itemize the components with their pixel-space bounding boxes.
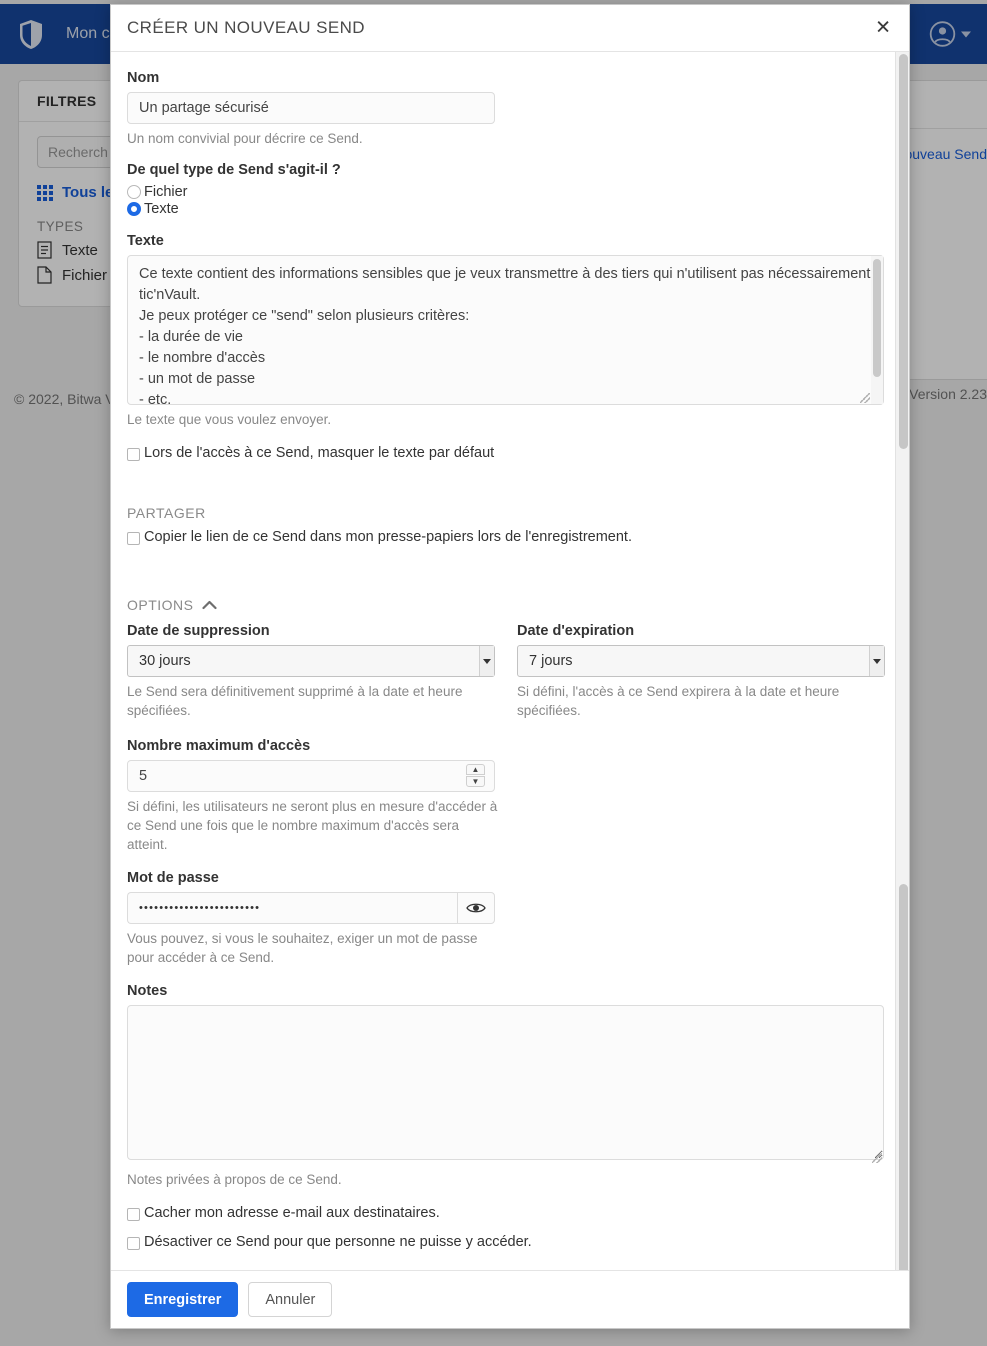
hide-text-checkbox[interactable] [127, 448, 140, 461]
expiration-date-select[interactable]: 7 jours [517, 645, 885, 677]
chevron-down-icon[interactable] [869, 646, 884, 676]
hide-email-checkbox[interactable] [127, 1208, 140, 1221]
text-textarea[interactable]: Ce texte contient des informations sensi… [127, 255, 884, 405]
modal-scrollbar-thumb-lower[interactable] [899, 884, 908, 1270]
deletion-date-group: Date de suppression 30 jours Le Send ser… [127, 623, 495, 720]
stepper-buttons[interactable]: ▲ ▼ [466, 764, 485, 787]
copy-link-checkbox[interactable] [127, 532, 140, 545]
options-heading[interactable]: OPTIONS [127, 597, 893, 613]
text-help: Le texte que vous voulez envoyer. [127, 412, 332, 427]
modal-footer: Enregistrer Annuler [111, 1270, 909, 1328]
radio-fichier-label: Fichier [144, 184, 188, 200]
modal-body[interactable]: Nom Un nom convivial pour décrire ce Sen… [111, 52, 909, 1270]
deletion-date-help: Le Send sera définitivement supprimé à l… [127, 684, 463, 718]
max-access-input[interactable] [127, 760, 495, 792]
chevron-up-icon[interactable] [201, 600, 217, 610]
deletion-date-value[interactable]: 30 jours [127, 645, 495, 677]
name-label: Nom [127, 70, 160, 86]
eye-icon[interactable] [457, 892, 495, 924]
modal-scrollbar[interactable] [895, 52, 909, 1270]
copy-link-label: Copier le lien de ce Send dans mon press… [144, 529, 632, 545]
create-send-modal: CRÉER UN NOUVEAU SEND ✕ Nom Un nom convi… [110, 4, 910, 1329]
expiration-date-value[interactable]: 7 jours [517, 645, 885, 677]
chevron-down-icon[interactable] [479, 646, 494, 676]
textarea-scrollbar-thumb[interactable] [873, 259, 881, 377]
disable-send-checkbox[interactable] [127, 1237, 140, 1250]
password-label: Mot de passe [127, 870, 219, 886]
hide-text-checkbox-row[interactable]: Lors de l'accès à ce Send, masquer le te… [127, 445, 893, 461]
notes-label: Notes [127, 983, 168, 999]
radio-texte-label: Texte [144, 201, 179, 217]
hide-text-label: Lors de l'accès à ce Send, masquer le te… [144, 445, 495, 461]
modal-scrollbar-thumb-upper[interactable] [899, 54, 908, 449]
expiration-date-label: Date d'expiration [517, 623, 635, 639]
radio-fichier-icon[interactable] [127, 185, 141, 199]
textarea-scrollbar[interactable] [871, 256, 883, 404]
password-group: Mot de passe •••••••••••••••••••••••• Vo… [127, 870, 893, 967]
disable-send-checkbox-row[interactable]: Désactiver ce Send pour que personne ne … [127, 1234, 893, 1250]
text-field-group: Texte Ce texte contient des informations… [127, 233, 893, 429]
stepper-increment-icon[interactable]: ▲ [466, 764, 485, 775]
copy-link-checkbox-row[interactable]: Copier le lien de ce Send dans mon press… [127, 529, 893, 545]
radio-texte-icon[interactable] [127, 202, 141, 216]
close-icon[interactable]: ✕ [871, 17, 895, 40]
max-access-label: Nombre maximum d'accès [127, 738, 311, 754]
password-help: Vous pouvez, si vous le souhaitez, exige… [127, 931, 478, 965]
notes-textarea[interactable] [127, 1005, 884, 1160]
deletion-date-label: Date de suppression [127, 623, 270, 639]
max-access-group: Nombre maximum d'accès ▲ ▼ Si défini, le… [127, 738, 893, 854]
stepper-decrement-icon[interactable]: ▼ [466, 776, 485, 787]
cancel-button[interactable]: Annuler [248, 1282, 333, 1317]
name-help: Un nom convivial pour décrire ce Send. [127, 131, 363, 146]
modal-title: CRÉER UN NOUVEAU SEND [127, 18, 365, 37]
eye-glyph [466, 903, 486, 913]
expiration-date-group: Date d'expiration 7 jours Si défini, l'a… [517, 623, 885, 720]
disable-send-label: Désactiver ce Send pour que personne ne … [144, 1234, 532, 1250]
expiration-date-help: Si défini, l'accès à ce Send expirera à … [517, 684, 840, 718]
max-access-help: Si défini, les utilisateurs ne seront pl… [127, 799, 498, 852]
hide-email-checkbox-row[interactable]: Cacher mon adresse e-mail aux destinatai… [127, 1205, 893, 1221]
options-heading-label: OPTIONS [127, 597, 194, 613]
name-input[interactable] [127, 92, 495, 124]
hide-email-label: Cacher mon adresse e-mail aux destinatai… [144, 1205, 440, 1221]
dates-row: Date de suppression 30 jours Le Send ser… [127, 623, 893, 720]
notes-group: Notes Notes privées à propos de ce Send. [127, 983, 893, 1189]
radio-option-fichier[interactable]: Fichier [127, 184, 893, 200]
deletion-date-select[interactable]: 30 jours [127, 645, 495, 677]
password-input[interactable]: •••••••••••••••••••••••• [127, 892, 457, 924]
max-access-stepper[interactable]: ▲ ▼ [127, 760, 495, 792]
radio-option-texte[interactable]: Texte [127, 201, 893, 217]
notes-resize-handle[interactable] [872, 1153, 882, 1163]
textarea-resize-handle[interactable] [860, 393, 870, 403]
text-label: Texte [127, 233, 164, 249]
share-heading-label: PARTAGER [127, 505, 206, 521]
save-button[interactable]: Enregistrer [127, 1282, 239, 1317]
send-type-label: De quel type de Send s'agit-il ? [127, 162, 341, 178]
send-type-group: De quel type de Send s'agit-il ? Fichier… [127, 162, 893, 217]
password-field[interactable]: •••••••••••••••••••••••• [127, 892, 495, 924]
name-field-group: Nom Un nom convivial pour décrire ce Sen… [127, 70, 893, 148]
modal-header: CRÉER UN NOUVEAU SEND ✕ [111, 5, 909, 52]
notes-help: Notes privées à propos de ce Send. [127, 1172, 342, 1187]
share-heading: PARTAGER [127, 505, 893, 521]
